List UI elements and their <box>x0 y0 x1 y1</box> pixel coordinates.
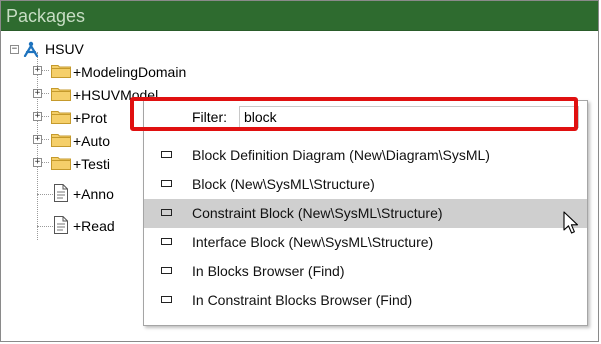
menu-item-block[interactable]: Block (New\SysML\Structure) <box>144 170 587 199</box>
menu-item-block-definition-diagram[interactable]: Block Definition Diagram (New\Diagram\Sy… <box>144 141 587 170</box>
checkbox-icon <box>161 180 172 187</box>
collapse-icon[interactable]: − <box>10 45 19 54</box>
menu-item-label: In Blocks Browser (Find) <box>192 263 345 279</box>
menu-item-in-constraint-blocks-browser[interactable]: In Constraint Blocks Browser (Find) <box>144 286 587 315</box>
tree-item-auto[interactable]: + +Auto <box>1 130 141 152</box>
document-icon <box>54 216 68 234</box>
filter-input[interactable] <box>239 106 579 128</box>
folder-icon <box>51 111 71 124</box>
expand-icon[interactable]: + <box>33 89 42 98</box>
expand-icon[interactable]: + <box>33 66 42 75</box>
filter-label: Filter: <box>192 109 227 125</box>
tree-item-label: +Auto <box>73 133 110 149</box>
expand-icon[interactable]: + <box>33 112 42 121</box>
tree-item-label: +Anno <box>73 186 114 202</box>
folder-icon <box>51 157 71 170</box>
tree-item-label: +Read <box>73 218 115 234</box>
mouse-cursor-icon <box>563 211 579 234</box>
tree-item-anno[interactable]: +Anno <box>1 183 141 205</box>
menu-item-in-blocks-browser[interactable]: In Blocks Browser (Find) <box>144 257 587 286</box>
checkbox-icon <box>161 151 172 158</box>
tree-item-label: +ModelingDomain <box>73 64 187 80</box>
menu-item-label: In Constraint Blocks Browser (Find) <box>192 292 413 308</box>
menu-item-interface-block[interactable]: Interface Block (New\SysML\Structure) <box>144 228 587 257</box>
menu-item-label: Block Definition Diagram (New\Diagram\Sy… <box>192 147 490 163</box>
tree-item-label: +Prot <box>73 110 107 126</box>
tree-item-read[interactable]: +Read <box>1 215 141 237</box>
tree-root-hsuv[interactable]: − HSUV <box>1 38 201 60</box>
model-root-icon <box>23 41 39 57</box>
tree-item-hsuvmodel[interactable]: + +HSUVModel <box>1 84 158 106</box>
menu-item-label: Interface Block (New\SysML\Structure) <box>192 234 434 250</box>
folder-icon <box>51 65 71 78</box>
menu-item-constraint-block[interactable]: Constraint Block (New\SysML\Structure) <box>144 199 587 228</box>
tree-item-testi[interactable]: + +Testi <box>1 153 141 175</box>
panel-title: Packages <box>1 1 598 31</box>
checkbox-icon <box>161 267 172 274</box>
checkbox-icon <box>161 296 172 303</box>
tree-item-modelingdomain[interactable]: + +ModelingDomain <box>1 61 261 83</box>
tree-item-label: HSUV <box>45 41 84 57</box>
tree-item-label: +Testi <box>73 156 110 172</box>
expand-icon[interactable]: + <box>33 158 42 167</box>
expand-icon[interactable]: + <box>33 135 42 144</box>
document-icon <box>54 184 68 202</box>
menu-item-label: Constraint Block (New\SysML\Structure) <box>192 205 443 221</box>
folder-icon <box>51 88 71 101</box>
filter-row: Filter: <box>144 101 587 133</box>
quick-add-popup: Filter: Block Definition Diagram (New\Di… <box>143 100 588 326</box>
checkbox-icon <box>161 238 172 245</box>
checkbox-icon <box>161 209 172 216</box>
folder-icon <box>51 134 71 147</box>
tree-item-prot[interactable]: + +Prot <box>1 107 141 129</box>
menu-item-label: Block (New\SysML\Structure) <box>192 176 375 192</box>
